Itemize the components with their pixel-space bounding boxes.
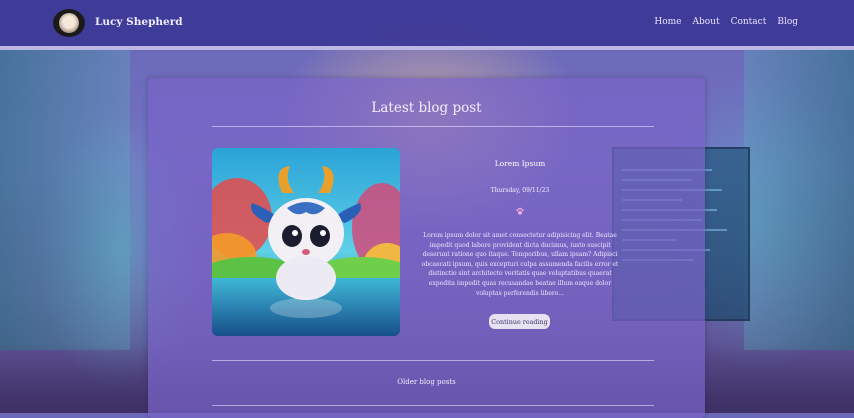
- background-window-right: [744, 50, 854, 350]
- divider-bottom: [212, 405, 654, 406]
- nav-contact[interactable]: Contact: [731, 17, 767, 27]
- post-excerpt: Lorem ipsum dolor sit amet consectetur a…: [421, 232, 619, 297]
- post-title[interactable]: Lorem Ipsum: [418, 159, 622, 168]
- paw-icon: [516, 207, 524, 215]
- divider-top: [212, 126, 654, 127]
- post-image[interactable]: [212, 148, 400, 336]
- divider-middle: [212, 360, 654, 361]
- continue-reading-button[interactable]: Continue reading: [489, 314, 550, 329]
- cat-avatar-icon[interactable]: [53, 9, 85, 37]
- older-posts-link[interactable]: Older blog posts: [148, 378, 705, 386]
- post-date: Thursday, 09/11/23: [490, 187, 550, 194]
- brand-name[interactable]: Lucy Shepherd: [95, 16, 183, 28]
- background-window-left: [0, 50, 130, 350]
- page-title: Latest blog post: [371, 100, 482, 116]
- nav-links: Home About Contact Blog: [654, 17, 798, 27]
- nav-about[interactable]: About: [692, 17, 719, 27]
- latest-post-card: Latest blog post Lorem Ipsum Thursday, 0…: [148, 78, 705, 418]
- nav-blog[interactable]: Blog: [777, 17, 798, 27]
- navbar: Lucy Shepherd Home About Contact Blog: [0, 0, 854, 50]
- nav-home[interactable]: Home: [654, 17, 681, 27]
